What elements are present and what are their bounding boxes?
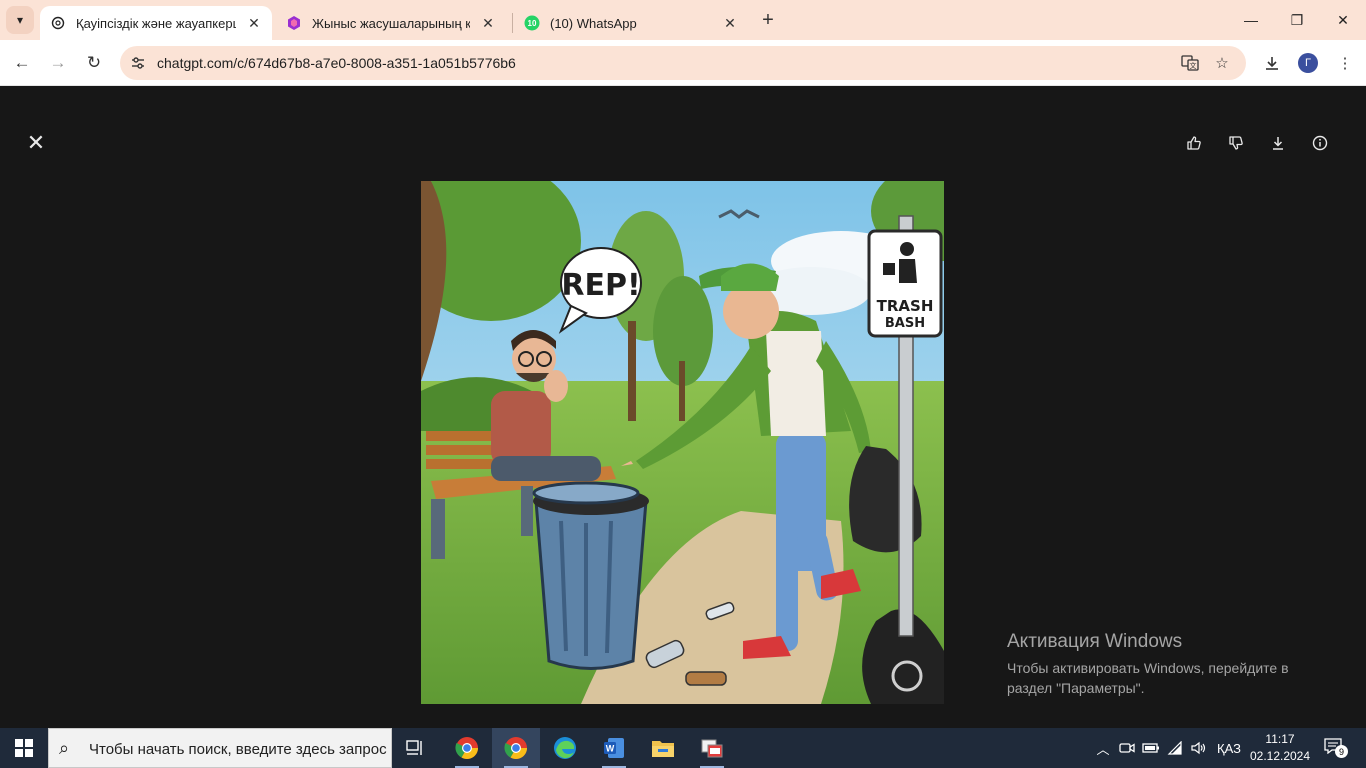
browser-toolbar: ← → ↻ chatgpt.com/c/674d67b8-a7e0-8008-a… [0, 40, 1366, 86]
forward-button[interactable]: → [43, 48, 73, 78]
search-placeholder: Чтобы начать поиск, введите здесь запрос [89, 741, 387, 758]
download-icon [1266, 57, 1278, 70]
chevron-up-icon: ︿ [1096, 741, 1110, 757]
generated-image: REP! TRASH BASH [421, 181, 944, 704]
app-icon [286, 15, 302, 31]
notification-center-button[interactable]: 9 [1324, 738, 1348, 758]
watermark-subtitle: Чтобы активировать Windows, перейдите в … [1007, 660, 1289, 696]
profile-avatar[interactable]: Г [1298, 53, 1318, 73]
download-image-button[interactable] [1264, 129, 1292, 157]
downloads-button[interactable] [1257, 48, 1287, 78]
tab-inactive[interactable]: Жыныс жасушаларының қалыптасуы ✕ [276, 6, 506, 40]
folder-icon [652, 741, 674, 757]
back-button[interactable]: ← [7, 48, 37, 78]
address-bar[interactable]: chatgpt.com/c/674d67b8-a7e0-8008-a351-1a… [120, 46, 1246, 80]
tree-trunk [679, 361, 685, 421]
close-tab-icon[interactable]: ✕ [720, 13, 740, 33]
tab-title: Жыныс жасушаларының қалыптасуы [312, 15, 470, 31]
clock[interactable]: 11:17 02.12.2024 [1248, 731, 1312, 765]
close-tab-icon[interactable]: ✕ [478, 13, 498, 33]
taskbar-app[interactable] [688, 728, 736, 768]
windows-activation-watermark: Активация Windows Чтобы активировать Win… [1007, 631, 1327, 698]
clock-date: 02.12.2024 [1249, 749, 1311, 763]
menu-button[interactable]: ⋮ [1330, 48, 1360, 78]
notification-count: 9 [1335, 745, 1348, 758]
start-button[interactable] [0, 728, 48, 768]
speech-bubble-text: REP! [561, 268, 640, 303]
edge-icon [554, 737, 576, 759]
svg-text:文: 文 [1190, 61, 1197, 70]
site-settings-icon[interactable] [128, 53, 148, 73]
tab-search-button[interactable]: ▾ [6, 6, 34, 34]
tab-active[interactable]: Қауіпсіздік және жауапкершілік ✕ [40, 6, 272, 40]
reload-button[interactable]: ↻ [79, 48, 109, 78]
reload-icon: ↻ [86, 53, 102, 72]
windows-logo-icon [15, 739, 33, 757]
taskbar-word[interactable]: W [590, 728, 638, 768]
thumbs-up-icon [1187, 136, 1201, 150]
info-button[interactable] [1306, 129, 1334, 157]
tab-title: Қауіпсіздік және жауапкершілік [76, 15, 236, 31]
taskbar-chrome-active[interactable] [492, 728, 540, 768]
clock-time: 11:17 [1265, 732, 1295, 746]
taskbar: ⌕ Чтобы начать поиск, введите здесь запр… [0, 728, 1366, 768]
task-view-button[interactable] [392, 728, 440, 768]
watermark-title: Активация Windows [1007, 631, 1183, 652]
tab-title: (10) WhatsApp [550, 15, 637, 31]
url-text[interactable]: chatgpt.com/c/674d67b8-a7e0-8008-a351-1a… [157, 55, 516, 71]
close-window-button[interactable]: ✕ [1320, 0, 1366, 40]
arrow-right-icon: → [49, 53, 67, 72]
thumbs-down-icon [1229, 136, 1243, 150]
minimize-button[interactable]: — [1228, 0, 1274, 40]
tab-strip: ▾ Қауіпсіздік және жауапкершілік ✕ Жыныс… [0, 0, 1366, 40]
volume-icon[interactable] [1188, 728, 1210, 768]
close-viewer-button[interactable]: ✕ [22, 129, 50, 157]
wifi-icon[interactable] [1164, 728, 1186, 768]
chrome-icon [455, 737, 478, 759]
translate-icon[interactable]: 文 [1180, 53, 1200, 73]
chatgpt-icon [50, 15, 66, 31]
svg-text:W: W [606, 744, 615, 754]
taskbar-search[interactable]: ⌕ Чтобы начать поиск, введите здесь запр… [48, 728, 392, 768]
litter-wrapper [685, 671, 727, 686]
info-icon [1312, 135, 1328, 151]
chevron-down-icon: ▾ [16, 13, 24, 27]
app-window-icon [701, 739, 723, 758]
download-icon [1273, 137, 1283, 150]
meet-now-icon[interactable] [1116, 728, 1138, 768]
restore-button[interactable]: ❐ [1274, 0, 1320, 40]
taskbar-chrome-profile[interactable] [443, 728, 491, 768]
taskbar-edge[interactable] [541, 728, 589, 768]
sign-text-line1: TRASH [877, 297, 934, 315]
tab-separator [512, 13, 513, 33]
close-icon: ✕ [26, 130, 46, 155]
dislike-button[interactable] [1222, 129, 1250, 157]
whatsapp-badge: 10 [528, 19, 537, 28]
arrow-left-icon: ← [13, 53, 31, 72]
task-view-icon [406, 740, 422, 755]
close-tab-icon[interactable]: ✕ [244, 13, 264, 33]
minimize-icon: — [1244, 12, 1258, 28]
taskbar-file-explorer[interactable] [639, 728, 687, 768]
whatsapp-icon: 10 [524, 15, 540, 31]
chrome-icon [504, 737, 527, 759]
tree-trunk [628, 321, 636, 421]
show-hidden-icons-button[interactable]: ︿ [1092, 728, 1114, 768]
plus-icon: + [762, 8, 774, 31]
language-indicator[interactable]: ҚАЗ [1212, 728, 1246, 768]
trash-can [532, 481, 649, 670]
word-icon: W [604, 738, 624, 758]
image-viewer: ✕ REP! TRASH BASH Активация Windows Чтоб… [0, 87, 1366, 728]
search-icon: ⌕ [59, 738, 70, 758]
more-vertical-icon: ⋮ [1337, 55, 1353, 72]
sign-text-line2: BASH [885, 316, 925, 331]
restore-icon: ❐ [1290, 11, 1304, 28]
close-icon: ✕ [1337, 11, 1349, 28]
tab-inactive[interactable]: 10 (10) WhatsApp ✕ [514, 6, 748, 40]
like-button[interactable] [1180, 129, 1208, 157]
bookmark-star-icon[interactable]: ☆ [1212, 53, 1232, 73]
battery-icon[interactable] [1140, 728, 1162, 768]
new-tab-button[interactable]: + [756, 8, 780, 32]
